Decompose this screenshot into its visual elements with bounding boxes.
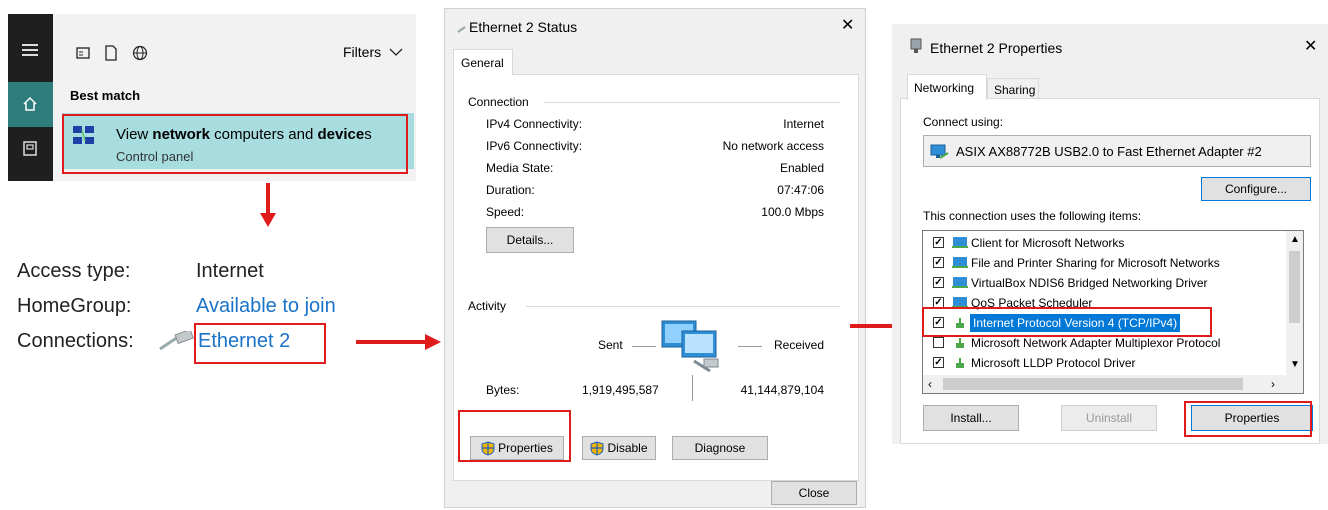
- document-filter-icon[interactable]: [104, 45, 118, 61]
- item-label: Microsoft Network Adapter Multiplexor Pr…: [971, 336, 1221, 350]
- horizontal-scrollbar[interactable]: ‹ ›: [923, 375, 1303, 393]
- diagnose-button[interactable]: Diagnose: [672, 436, 768, 460]
- arrow-down: [266, 183, 270, 215]
- highlight-search-result: [62, 114, 408, 174]
- disable-button[interactable]: Disable: [582, 436, 656, 460]
- item-label: VirtualBox NDIS6 Bridged Networking Driv…: [971, 276, 1208, 290]
- status-dialog-title: Ethernet 2 Status: [469, 19, 578, 35]
- item-label: Client for Microsoft Networks: [971, 236, 1125, 250]
- activity-group-label: Activity: [468, 299, 507, 313]
- bytes-received-value: 41,144,879,104: [740, 383, 824, 397]
- protocol-icon: [956, 338, 964, 348]
- item-label: Microsoft LLDP Protocol Driver: [971, 356, 1136, 370]
- scroll-up-icon[interactable]: ▲: [1290, 234, 1300, 245]
- scroll-thumb[interactable]: [943, 378, 1243, 390]
- home-button[interactable]: [8, 82, 53, 127]
- web-filter-icon[interactable]: [132, 45, 148, 61]
- duration-value: 07:47:06: [777, 183, 824, 197]
- homegroup-label: HomeGroup:: [17, 295, 132, 317]
- tab-networking[interactable]: Networking: [907, 74, 987, 100]
- ethernet-cable-icon: [159, 331, 194, 351]
- ipv6-value: No network access: [722, 139, 824, 153]
- scroll-thumb[interactable]: [1289, 251, 1300, 323]
- home-icon: [23, 96, 37, 111]
- arrow-right-1-head: [425, 334, 441, 350]
- properties-dialog-title: Ethernet 2 Properties: [930, 40, 1063, 56]
- hamburger-menu-icon[interactable]: [22, 44, 38, 56]
- adapter-field: ASIX AX88772B USB2.0 to Fast Ethernet Ad…: [923, 135, 1311, 167]
- media-state-label: Media State:: [486, 161, 554, 175]
- highlight-status-properties-button: [458, 410, 571, 462]
- network-adapter-icon: [457, 26, 466, 33]
- uninstall-button: Uninstall: [1061, 405, 1157, 431]
- service-icon: [952, 257, 968, 268]
- item-checkbox[interactable]: ✓: [933, 357, 944, 368]
- duration-label: Duration:: [486, 183, 535, 197]
- uac-shield-icon: [590, 440, 604, 456]
- item-label: File and Printer Sharing for Microsoft N…: [971, 256, 1220, 270]
- connect-using-label: Connect using:: [923, 115, 1004, 129]
- item-checkbox[interactable]: ✓: [933, 237, 944, 248]
- tab-sharing[interactable]: Sharing: [987, 78, 1039, 100]
- media-state-value: Enabled: [779, 161, 824, 175]
- bytes-sent-value: 1,919,495,587: [582, 383, 659, 397]
- close-icon[interactable]: ✕: [841, 15, 854, 35]
- filters-label: Filters: [343, 44, 382, 60]
- tab-general[interactable]: General: [453, 49, 513, 75]
- network-adapter-icon: [930, 144, 949, 159]
- start-rail: [8, 14, 53, 181]
- vertical-scrollbar[interactable]: ▲ ▼: [1286, 231, 1303, 375]
- item-checkbox[interactable]: [933, 337, 944, 348]
- ipv6-label: IPv6 Connectivity:: [486, 139, 583, 153]
- item-checkbox[interactable]: ✓: [933, 257, 944, 268]
- arrow-right-1: [356, 340, 426, 344]
- scroll-right-icon[interactable]: ›: [1271, 377, 1275, 391]
- access-type-label: Access type:: [17, 260, 131, 282]
- ipv4-label: IPv4 Connectivity:: [486, 117, 583, 131]
- list-item[interactable]: ✓ Client for Microsoft Networks: [923, 233, 1283, 253]
- received-label: Received: [774, 338, 825, 352]
- adapter-name: ASIX AX88772B USB2.0 to Fast Ethernet Ad…: [956, 144, 1262, 159]
- filters-button[interactable]: Filters: [343, 44, 403, 60]
- list-item[interactable]: ✓ File and Printer Sharing for Microsoft…: [923, 253, 1283, 273]
- service-icon: [952, 277, 968, 288]
- apps-filter-icon[interactable]: [76, 46, 90, 60]
- access-type-value: Internet: [196, 260, 264, 282]
- protocol-icon: [956, 358, 964, 368]
- speed-label: Speed:: [486, 205, 525, 219]
- highlight-ethernet-link: [194, 323, 326, 364]
- details-button[interactable]: Details...: [486, 227, 574, 253]
- list-item[interactable]: ✓ Microsoft LLDP Protocol Driver: [923, 353, 1283, 373]
- connection-group-label: Connection: [468, 95, 529, 109]
- client-icon: [952, 237, 968, 248]
- close-button[interactable]: Close: [771, 481, 857, 505]
- connections-label: Connections:: [17, 330, 134, 352]
- configure-button[interactable]: Configure...: [1201, 177, 1311, 201]
- bytes-label: Bytes:: [486, 383, 520, 397]
- chevron-down-icon: [389, 48, 403, 56]
- arrow-down-head: [260, 213, 276, 227]
- highlight-properties-button: [1184, 401, 1312, 437]
- homegroup-link[interactable]: Available to join: [196, 295, 336, 318]
- documents-icon[interactable]: [22, 140, 38, 158]
- highlight-ipv4-item: [922, 307, 1212, 337]
- network-computers-icon: [661, 320, 719, 373]
- speed-value: 100.0 Mbps: [761, 205, 824, 219]
- list-item[interactable]: ✓ VirtualBox NDIS6 Bridged Networking Dr…: [923, 273, 1283, 293]
- item-checkbox[interactable]: ✓: [933, 277, 944, 288]
- scroll-down-icon[interactable]: ▼: [1290, 359, 1300, 370]
- network-adapter-icon: [910, 38, 922, 53]
- ipv4-value: Internet: [783, 117, 824, 131]
- scroll-left-icon[interactable]: ‹: [928, 377, 932, 391]
- sent-label: Sent: [598, 338, 623, 352]
- items-label: This connection uses the following items…: [923, 209, 1142, 223]
- install-button[interactable]: Install...: [923, 405, 1019, 431]
- close-icon[interactable]: ✕: [1304, 36, 1317, 56]
- best-match-heading: Best match: [70, 88, 141, 103]
